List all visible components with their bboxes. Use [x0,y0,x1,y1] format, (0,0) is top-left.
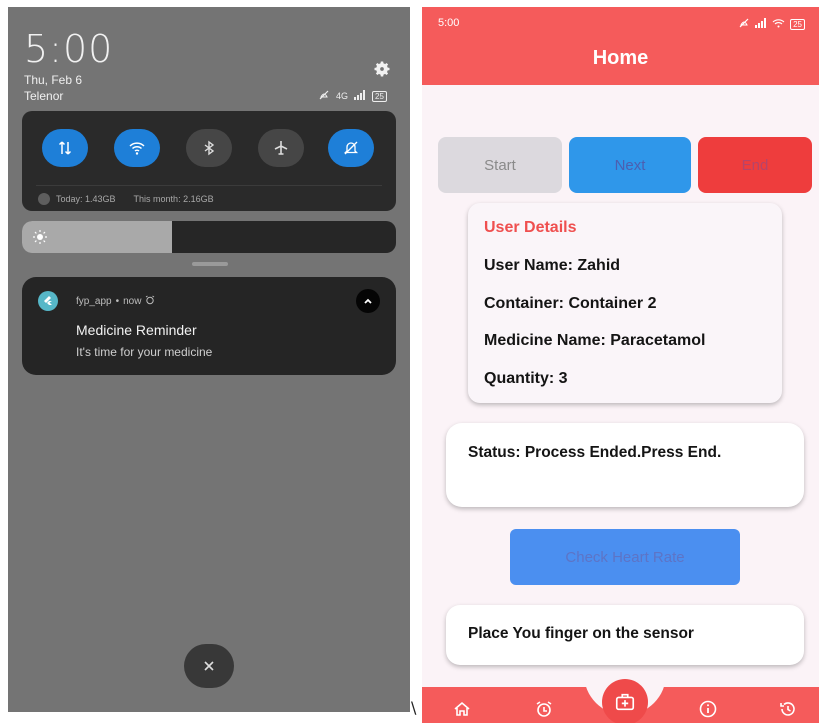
alarm-icon[interactable] [534,699,554,719]
status-card: Status: Process Ended.Press End. [446,423,804,507]
notification-title: Medicine Reminder [76,322,197,338]
airplane-toggle[interactable] [258,129,304,167]
battery-icon: 25 [372,90,387,102]
medical-kit-icon [615,693,635,711]
wifi-toggle[interactable] [114,129,160,167]
quick-settings-panel: Today: 1.43GB This month: 2.16GB [22,111,396,211]
status-text: Status: Process Ended.Press End. [468,444,722,461]
medical-kit-button[interactable] [602,679,648,723]
user-name: User Name: Zahid [484,257,621,274]
bluetooth-toggle[interactable] [186,129,232,167]
page-title: Home [592,47,649,69]
info-icon[interactable] [698,699,718,719]
data-usage-today: Today: 1.43GB [56,194,116,204]
medicine-name: Medicine Name: Paracetamol [484,332,706,349]
separator-dot: • [115,296,120,307]
signal-icon [755,18,767,31]
flutter-app-icon [38,291,58,311]
clock-time: 5:00 [24,27,114,71]
mute-icon [738,17,750,32]
data-usage-row: Today: 1.43GB This month: 2.16GB [38,193,214,205]
notification-time: now [123,296,142,307]
battery-icon: 25 [790,19,805,30]
data-usage-icon [38,193,50,205]
clear-all-button[interactable] [184,644,234,688]
notification-app-name: fyp_app [76,296,112,307]
user-details-heading: User Details [484,219,577,236]
status-time: 5:00 [438,17,460,29]
gear-icon[interactable] [372,59,392,79]
notification-shade: 5:00 Thu, Feb 6 Telenor 4G 25 Today: 1.4… [8,7,410,712]
status-icons: 25 [738,17,805,32]
shade-drag-handle[interactable] [192,262,228,266]
notification-header: fyp_app • now [76,295,155,308]
user-details-card: User Details User Name: Zahid Container:… [468,203,782,403]
bluetooth-icon [204,140,215,156]
network-type: 4G [336,91,349,101]
mute-icon [318,89,330,103]
carrier-name: Telenor [24,89,64,103]
airplane-icon [274,141,288,155]
data-transfer-toggle[interactable] [42,129,88,167]
next-button[interactable]: Next [569,137,691,193]
brightness-slider[interactable] [22,221,396,253]
stray-backslash: \ [411,698,417,717]
expand-chevron-icon[interactable] [356,289,380,313]
quantity: Quantity: 3 [484,370,568,387]
wifi-icon [129,142,145,155]
check-heart-rate-button[interactable]: Check Heart Rate [510,529,740,585]
sensor-message: Place You finger on the sensor [468,625,694,642]
signal-icon [354,90,366,102]
app-bar: 5:00 25 Home [422,7,819,85]
container-name: Container: Container 2 [484,295,657,312]
silent-toggle[interactable] [328,129,374,167]
divider [36,185,382,186]
sun-icon [32,229,48,245]
close-icon [204,661,214,671]
date-text: Thu, Feb 6 [24,73,83,87]
wifi-icon [772,18,785,31]
home-icon[interactable] [452,699,472,719]
silent-bell-icon [343,141,359,155]
history-icon[interactable] [778,699,798,719]
start-button[interactable]: Start [438,137,562,193]
home-screen: 5:00 25 Home Start Next End User Details… [422,7,819,723]
data-transfer-icon [58,141,72,155]
left-status-icons: 4G 25 [318,89,387,103]
data-usage-month: This month: 2.16GB [133,194,214,204]
notification-card[interactable]: fyp_app • now Medicine Reminder It's tim… [22,277,396,375]
end-button[interactable]: End [698,137,812,193]
notification-body: It's time for your medicine [76,345,213,359]
sensor-message-card: Place You finger on the sensor [446,605,804,665]
alarm-icon [145,295,155,308]
